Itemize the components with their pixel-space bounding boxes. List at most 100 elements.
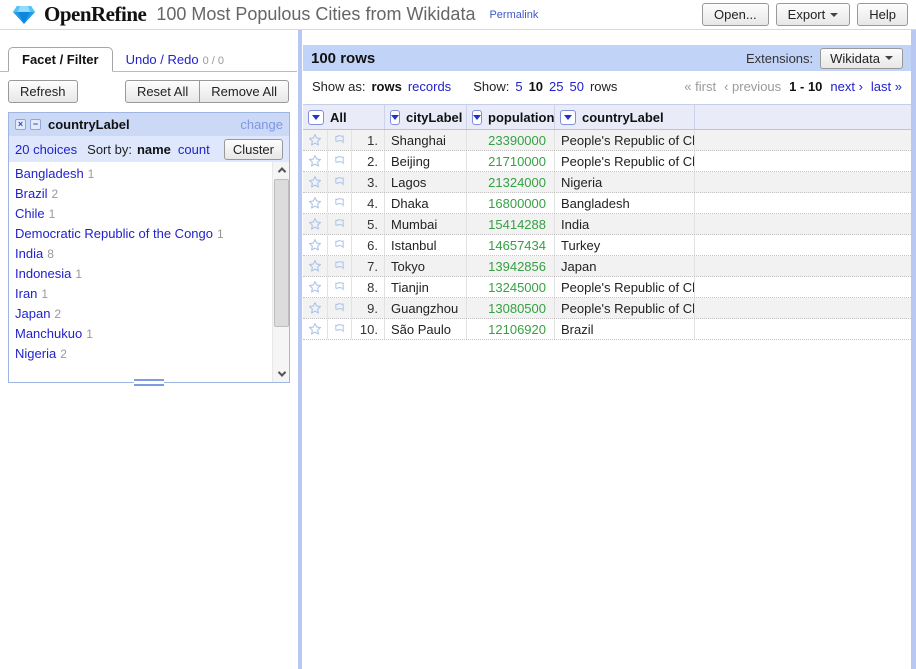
sort-by-name[interactable]: name (137, 142, 171, 157)
column-dropdown-all-icon[interactable] (308, 110, 324, 125)
open-button[interactable]: Open... (702, 3, 769, 26)
facet-change-link[interactable]: change (240, 117, 283, 132)
choices-count-link[interactable]: 20 choices (15, 142, 77, 157)
facet-choice-link[interactable]: Democratic Republic of the Congo (15, 226, 213, 241)
column-dropdown-population-icon[interactable] (472, 110, 482, 125)
permalink-link[interactable]: Permalink (489, 9, 538, 21)
star-toggle[interactable] (303, 151, 328, 171)
cell-population[interactable]: 13245000 (467, 277, 555, 297)
facet-choice-link[interactable]: Bangladesh (15, 166, 84, 181)
flag-toggle[interactable] (328, 256, 352, 276)
cell-population[interactable]: 12106920 (467, 319, 555, 339)
cell-countrylabel[interactable]: India (555, 214, 695, 234)
summary-bar: 100 rows Extensions: Wikidata (303, 45, 911, 71)
cell-population[interactable]: 16800000 (467, 193, 555, 213)
cell-countrylabel[interactable]: Nigeria (555, 172, 695, 192)
star-toggle[interactable] (303, 214, 328, 234)
column-dropdown-citylabel-icon[interactable] (390, 110, 400, 125)
page-size-25[interactable]: 25 (549, 79, 563, 94)
facet-choice: Manchukuo1 (15, 324, 269, 344)
tab-undo-redo[interactable]: Undo / Redo0 / 0 (113, 48, 237, 71)
star-toggle[interactable] (303, 256, 328, 276)
flag-toggle[interactable] (328, 214, 352, 234)
cell-citylabel[interactable]: São Paulo (385, 319, 467, 339)
flag-toggle[interactable] (328, 319, 352, 339)
cell-population[interactable]: 23390000 (467, 130, 555, 150)
flag-toggle[interactable] (328, 277, 352, 297)
cell-population[interactable]: 13942856 (467, 256, 555, 276)
cell-citylabel[interactable]: Istanbul (385, 235, 467, 255)
page-size-5[interactable]: 5 (515, 79, 522, 94)
remove-all-button[interactable]: Remove All (199, 80, 289, 103)
star-icon (308, 133, 322, 147)
page-size-50[interactable]: 50 (570, 79, 584, 94)
scrollbar-thumb[interactable] (274, 179, 289, 327)
page-size-10-selected[interactable]: 10 (529, 79, 543, 94)
cell-countrylabel[interactable]: People's Republic of China (555, 298, 695, 318)
facet-choice: Iran1 (15, 284, 269, 304)
facet-scrollbar[interactable] (272, 162, 289, 382)
cell-citylabel[interactable]: Mumbai (385, 214, 467, 234)
scroll-up-icon[interactable] (273, 162, 290, 178)
flag-toggle[interactable] (328, 193, 352, 213)
export-button-label: Export (788, 7, 826, 22)
refresh-button[interactable]: Refresh (8, 80, 78, 103)
cell-citylabel[interactable]: Tianjin (385, 277, 467, 297)
cell-countrylabel[interactable]: Turkey (555, 235, 695, 255)
flag-toggle[interactable] (328, 172, 352, 192)
facet-choice-link[interactable]: Iran (15, 286, 37, 301)
cell-countrylabel[interactable]: People's Republic of China (555, 277, 695, 297)
cell-citylabel[interactable]: Dhaka (385, 193, 467, 213)
facet-resize-handle[interactable] (134, 379, 164, 386)
cell-countrylabel[interactable]: Brazil (555, 319, 695, 339)
star-toggle[interactable] (303, 130, 328, 150)
star-toggle[interactable] (303, 172, 328, 192)
facet-choice-link[interactable]: Japan (15, 306, 50, 321)
tab-facet-filter[interactable]: Facet / Filter (8, 47, 113, 72)
facet-choice-link[interactable]: Manchukuo (15, 326, 82, 341)
facet-choice-link[interactable]: India (15, 246, 43, 261)
cell-population[interactable]: 15414288 (467, 214, 555, 234)
flag-toggle[interactable] (328, 130, 352, 150)
cell-citylabel[interactable]: Guangzhou (385, 298, 467, 318)
cell-countrylabel[interactable]: Japan (555, 256, 695, 276)
flag-toggle[interactable] (328, 151, 352, 171)
flag-toggle[interactable] (328, 298, 352, 318)
show-as-rows-selected[interactable]: rows (371, 79, 401, 94)
star-icon (308, 238, 322, 252)
facet-choice-link[interactable]: Nigeria (15, 346, 56, 361)
star-toggle[interactable] (303, 277, 328, 297)
reset-all-button[interactable]: Reset All (125, 80, 200, 103)
facet-close-icon[interactable]: × (15, 119, 26, 130)
star-toggle[interactable] (303, 298, 328, 318)
wikidata-extension-button[interactable]: Wikidata (820, 48, 903, 69)
cell-citylabel[interactable]: Tokyo (385, 256, 467, 276)
facet-choice-link[interactable]: Indonesia (15, 266, 71, 281)
cluster-button[interactable]: Cluster (224, 139, 283, 160)
scroll-down-icon[interactable] (273, 366, 290, 382)
cell-citylabel[interactable]: Lagos (385, 172, 467, 192)
star-toggle[interactable] (303, 319, 328, 339)
sort-by-count[interactable]: count (178, 142, 210, 157)
cell-countrylabel[interactable]: People's Republic of China (555, 151, 695, 171)
cell-countrylabel[interactable]: People's Republic of China (555, 130, 695, 150)
cell-population[interactable]: 14657434 (467, 235, 555, 255)
help-button[interactable]: Help (857, 3, 908, 26)
show-as-records-link[interactable]: records (408, 79, 451, 94)
export-button[interactable]: Export (776, 3, 851, 26)
cell-countrylabel[interactable]: Bangladesh (555, 193, 695, 213)
cell-citylabel[interactable]: Beijing (385, 151, 467, 171)
facet-choice-link[interactable]: Chile (15, 206, 45, 221)
cell-citylabel[interactable]: Shanghai (385, 130, 467, 150)
pagination-next[interactable]: next › (830, 79, 863, 94)
column-dropdown-countrylabel-icon[interactable] (560, 110, 576, 125)
facet-choice-link[interactable]: Brazil (15, 186, 48, 201)
cell-population[interactable]: 21710000 (467, 151, 555, 171)
flag-toggle[interactable] (328, 235, 352, 255)
facet-minimize-icon[interactable]: − (30, 119, 41, 130)
cell-population[interactable]: 13080500 (467, 298, 555, 318)
cell-population[interactable]: 21324000 (467, 172, 555, 192)
star-toggle[interactable] (303, 235, 328, 255)
star-toggle[interactable] (303, 193, 328, 213)
pagination-last[interactable]: last » (871, 79, 902, 94)
